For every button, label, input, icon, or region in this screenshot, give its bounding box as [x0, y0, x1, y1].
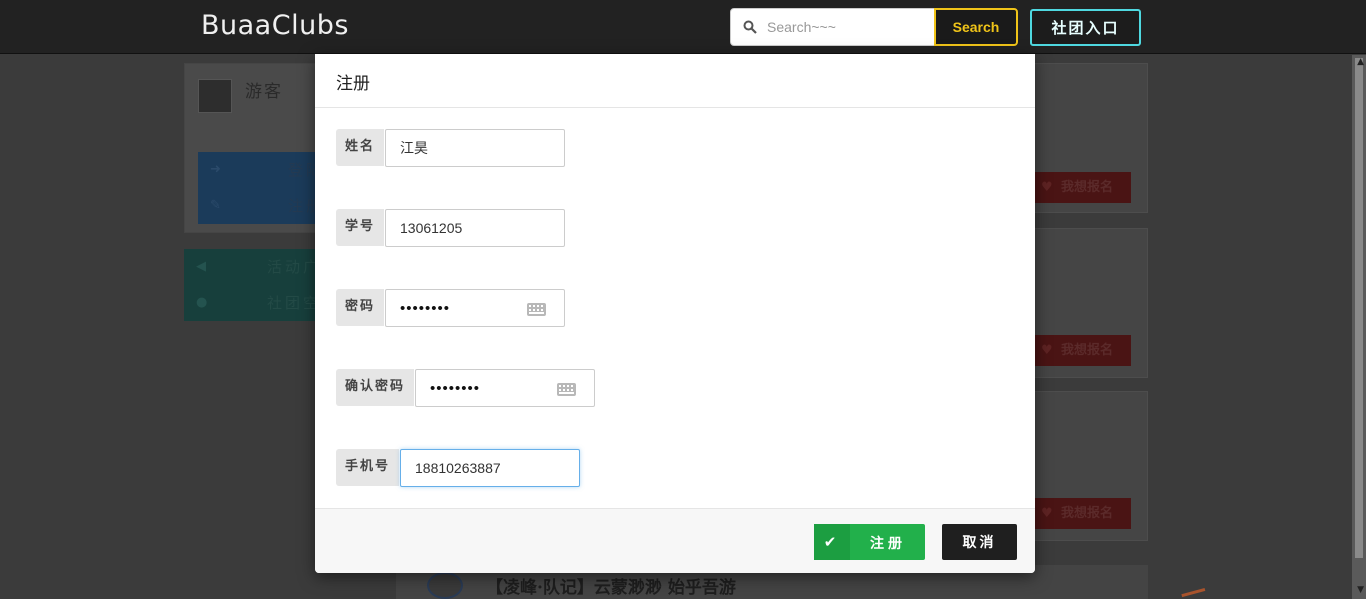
activity-title[interactable]: 【凌峰·队记】云蒙渺渺 始乎吾游 [486, 573, 736, 598]
keyboard-icon[interactable] [527, 303, 546, 316]
want-signup-label: 我想报名 [1061, 180, 1114, 195]
scroll-up-arrow-icon[interactable]: ▲ [1357, 57, 1364, 67]
search-icon [743, 20, 757, 34]
activity-square-label: 活动广 [267, 258, 322, 276]
users-icon: ● [196, 295, 211, 310]
cancel-button[interactable]: 取消 [942, 524, 1017, 560]
student-id-input-box[interactable] [385, 209, 565, 247]
club-square-label: 社团空 [267, 294, 322, 312]
register-modal: 注册 姓名 学号 密码 确认密码 手机号 ✔ [315, 54, 1035, 573]
password-input-box[interactable] [385, 289, 565, 327]
search-field[interactable] [730, 8, 935, 46]
top-navbar: BuaaClubs Search 社团入口 [0, 0, 1366, 54]
heart-icon: ♥ [1041, 180, 1053, 195]
scroll-down-arrow-icon[interactable]: ▼ [1357, 585, 1364, 595]
search-input[interactable] [767, 9, 932, 45]
student-id-label: 学号 [336, 209, 384, 246]
brand-logo[interactable]: BuaaClubs [201, 10, 349, 41]
register-submit-label: 注册 [870, 536, 906, 552]
want-signup-button[interactable]: ♥ 我想报名 [1033, 335, 1131, 366]
student-id-input[interactable] [386, 210, 564, 246]
modal-footer: ✔ 注册 取消 [315, 508, 1035, 573]
password-label: 密码 [336, 289, 384, 326]
name-input[interactable] [386, 130, 564, 166]
confirm-password-label: 确认密码 [336, 369, 414, 406]
check-icon: ✔ [814, 524, 850, 560]
phone-label: 手机号 [336, 449, 399, 486]
scrollbar-thumb[interactable] [1355, 58, 1363, 558]
phone-input-box[interactable] [400, 449, 580, 487]
guest-label: 游客 [245, 82, 283, 102]
avatar [198, 79, 232, 113]
want-signup-label: 我想报名 [1061, 343, 1114, 358]
name-label: 姓名 [336, 129, 384, 166]
heart-icon: ♥ [1041, 506, 1053, 521]
sign-in-icon: ➜ [210, 162, 224, 177]
search-button[interactable]: Search [934, 8, 1018, 46]
modal-title: 注册 [336, 74, 370, 94]
register-submit-button[interactable]: ✔ 注册 [814, 524, 925, 560]
phone-input[interactable] [401, 450, 579, 486]
search-bar: Search [730, 8, 1018, 46]
name-input-box[interactable] [385, 129, 565, 167]
edit-icon: ✎ [210, 198, 224, 213]
want-signup-button[interactable]: ♥ 我想报名 [1033, 172, 1131, 203]
heart-icon: ♥ [1041, 343, 1053, 358]
want-signup-button[interactable]: ♥ 我想报名 [1033, 498, 1131, 529]
modal-header: 注册 [315, 54, 1035, 108]
megaphone-icon: ◀ [196, 259, 209, 274]
club-entry-button[interactable]: 社团入口 [1030, 9, 1141, 46]
want-signup-label: 我想报名 [1061, 506, 1114, 521]
confirm-password-input-box[interactable] [415, 369, 595, 407]
club-logo [427, 572, 463, 599]
keyboard-icon[interactable] [557, 383, 576, 396]
